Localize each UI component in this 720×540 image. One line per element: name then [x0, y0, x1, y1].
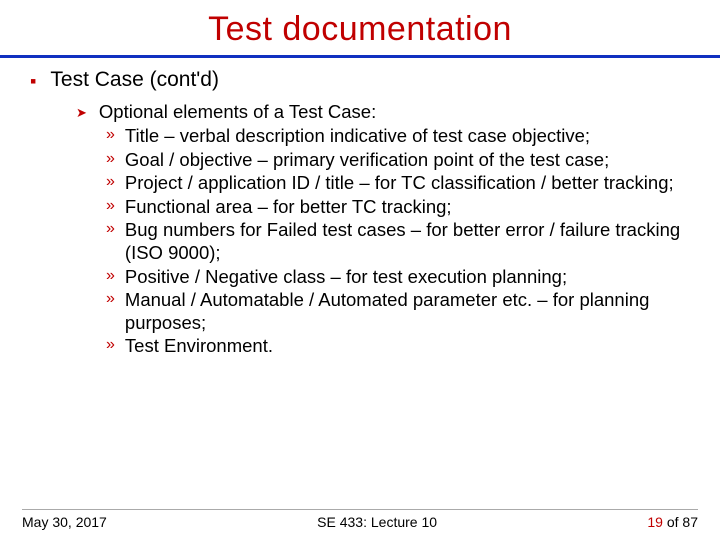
page-number: 19 — [647, 514, 663, 530]
list-item: » Functional area – for better TC tracki… — [106, 196, 692, 219]
page-title: Test documentation — [28, 10, 692, 49]
footer-rule — [22, 509, 698, 510]
list-item-text: Goal / objective – primary verification … — [125, 149, 609, 172]
raquo-icon: » — [106, 266, 115, 286]
title-rule — [0, 55, 720, 58]
raquo-icon: » — [106, 149, 115, 169]
raquo-icon: » — [106, 172, 115, 192]
list-item: » Title – verbal description indicative … — [106, 125, 692, 148]
slide: Test documentation ▪ Test Case (cont'd) … — [0, 0, 720, 540]
list-item: » Test Environment. — [106, 335, 692, 358]
item-list: » Title – verbal description indicative … — [106, 125, 692, 358]
list-item: » Goal / objective – primary verificatio… — [106, 149, 692, 172]
list-item-text: Project / application ID / title – for T… — [125, 172, 674, 195]
list-item-text: Positive / Negative class – for test exe… — [125, 266, 567, 289]
raquo-icon: » — [106, 125, 115, 145]
square-bullet-icon: ▪ — [30, 71, 36, 92]
footer: May 30, 2017 SE 433: Lecture 10 19 of 87 — [0, 509, 720, 530]
list-item-text: Bug numbers for Failed test cases – for … — [125, 219, 692, 264]
list-item-text: Test Environment. — [125, 335, 273, 358]
section-text: Test Case (cont'd) — [50, 68, 219, 92]
arrow-bullet-icon: ➤ — [76, 105, 87, 121]
list-item: » Manual / Automatable / Automated param… — [106, 289, 692, 334]
list-item-text: Title – verbal description indicative of… — [125, 125, 590, 148]
list-item: » Positive / Negative class – for test e… — [106, 266, 692, 289]
subheading: ➤ Optional elements of a Test Case: — [76, 100, 692, 123]
footer-page: 19 of 87 — [647, 514, 698, 530]
list-item-text: Manual / Automatable / Automated paramet… — [125, 289, 692, 334]
footer-row: May 30, 2017 SE 433: Lecture 10 19 of 87 — [22, 514, 698, 530]
section-heading: ▪ Test Case (cont'd) — [30, 68, 692, 92]
subheading-text: Optional elements of a Test Case: — [99, 100, 376, 123]
raquo-icon: » — [106, 219, 115, 239]
footer-course: SE 433: Lecture 10 — [107, 514, 648, 530]
list-item: » Project / application ID / title – for… — [106, 172, 692, 195]
list-item-text: Functional area – for better TC tracking… — [125, 196, 452, 219]
list-item: » Bug numbers for Failed test cases – fo… — [106, 219, 692, 264]
raquo-icon: » — [106, 196, 115, 216]
raquo-icon: » — [106, 289, 115, 309]
raquo-icon: » — [106, 335, 115, 355]
footer-date: May 30, 2017 — [22, 514, 107, 530]
page-total: of 87 — [663, 514, 698, 530]
